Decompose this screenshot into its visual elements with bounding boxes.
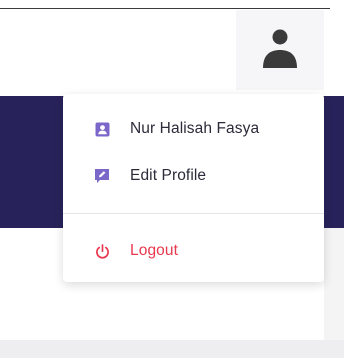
content-footer-band (0, 340, 344, 358)
power-icon (94, 243, 110, 259)
edit-profile-icon (94, 168, 110, 184)
header-divider (0, 8, 330, 9)
content-edge (324, 228, 344, 340)
app-frame: Nur Halisah Fasya Edit Profile Logout (0, 0, 344, 358)
user-avatar-icon (263, 29, 297, 68)
profile-dropdown-menu: Nur Halisah Fasya Edit Profile Logout (63, 94, 324, 282)
menu-item-logout[interactable]: Logout (63, 231, 324, 271)
menu-item-edit-profile-label: Edit Profile (130, 167, 207, 184)
menu-item-logout-label: Logout (130, 242, 179, 259)
user-badge-icon (94, 121, 110, 137)
menu-item-username-label: Nur Halisah Fasya (130, 120, 260, 137)
profile-menu-button[interactable] (236, 10, 324, 90)
menu-divider (63, 213, 324, 214)
menu-item-username[interactable]: Nur Halisah Fasya (63, 109, 324, 149)
menu-item-edit-profile[interactable]: Edit Profile (63, 156, 324, 196)
